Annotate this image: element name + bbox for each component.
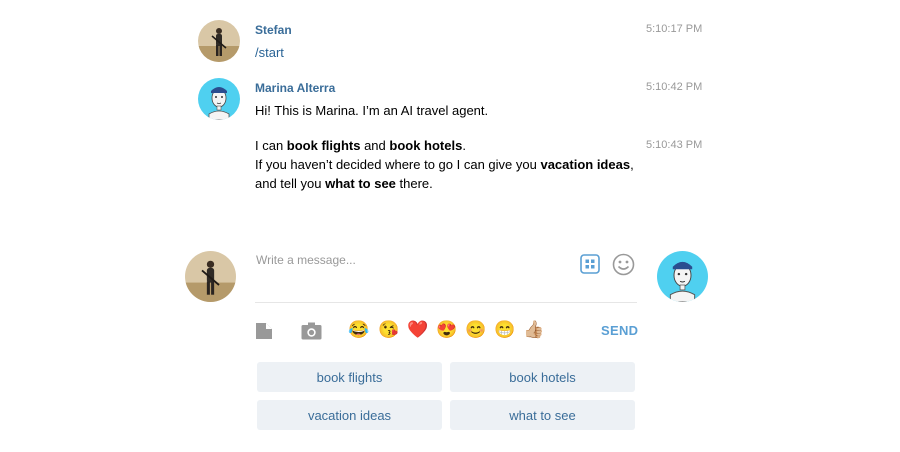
message-timestamp: 5:10:17 PM [646, 23, 703, 35]
keyboard-button-vacation-ideas[interactable]: vacation ideas [257, 400, 442, 430]
bot-keyboard-icon[interactable] [579, 253, 601, 275]
message-line: and tell you what to see there. [255, 176, 433, 191]
emoji-icon[interactable] [611, 252, 635, 276]
attach-photo-icon[interactable] [300, 321, 322, 340]
emoji-blush-icon[interactable]: 😊 [465, 320, 487, 340]
emoji-thumbs-up-icon[interactable]: 👍🏼 [523, 320, 545, 340]
message-text[interactable]: /start [255, 43, 284, 62]
message-line: I can book flights and book hotels. [255, 138, 466, 153]
emoji-kiss-icon[interactable]: 😘 [378, 320, 400, 340]
peer-avatar[interactable] [657, 251, 708, 302]
message-timestamp: 5:10:43 PM [646, 139, 703, 151]
attach-file-icon[interactable] [255, 322, 273, 340]
user-avatar[interactable] [198, 20, 240, 62]
message-text: Hi! This is Marina. I’m an AI travel age… [255, 103, 489, 118]
emoji-heart-eyes-icon[interactable]: 😍 [436, 320, 458, 340]
message-input[interactable]: Write a message... [256, 253, 356, 267]
sender-name[interactable]: Stefan [255, 23, 292, 37]
emoji-joy-icon[interactable]: 😂 [348, 320, 370, 340]
message-line: If you haven’t decided where to go I can… [255, 157, 634, 172]
send-button[interactable]: SEND [601, 323, 638, 338]
emoji-heart-icon[interactable]: ❤️ [407, 320, 429, 340]
keyboard-button-what-to-see[interactable]: what to see [450, 400, 635, 430]
bot-avatar[interactable] [198, 78, 240, 120]
message-timestamp: 5:10:42 PM [646, 81, 703, 93]
composer-divider [255, 302, 637, 303]
my-avatar[interactable] [185, 251, 236, 302]
keyboard-button-book-hotels[interactable]: book hotels [450, 362, 635, 392]
message-text: I can book flights and book hotels. If y… [255, 136, 640, 193]
keyboard-button-book-flights[interactable]: book flights [257, 362, 442, 392]
emoji-grin-icon[interactable]: 😁 [494, 320, 516, 340]
sender-name[interactable]: Marina Alterra [255, 81, 335, 95]
